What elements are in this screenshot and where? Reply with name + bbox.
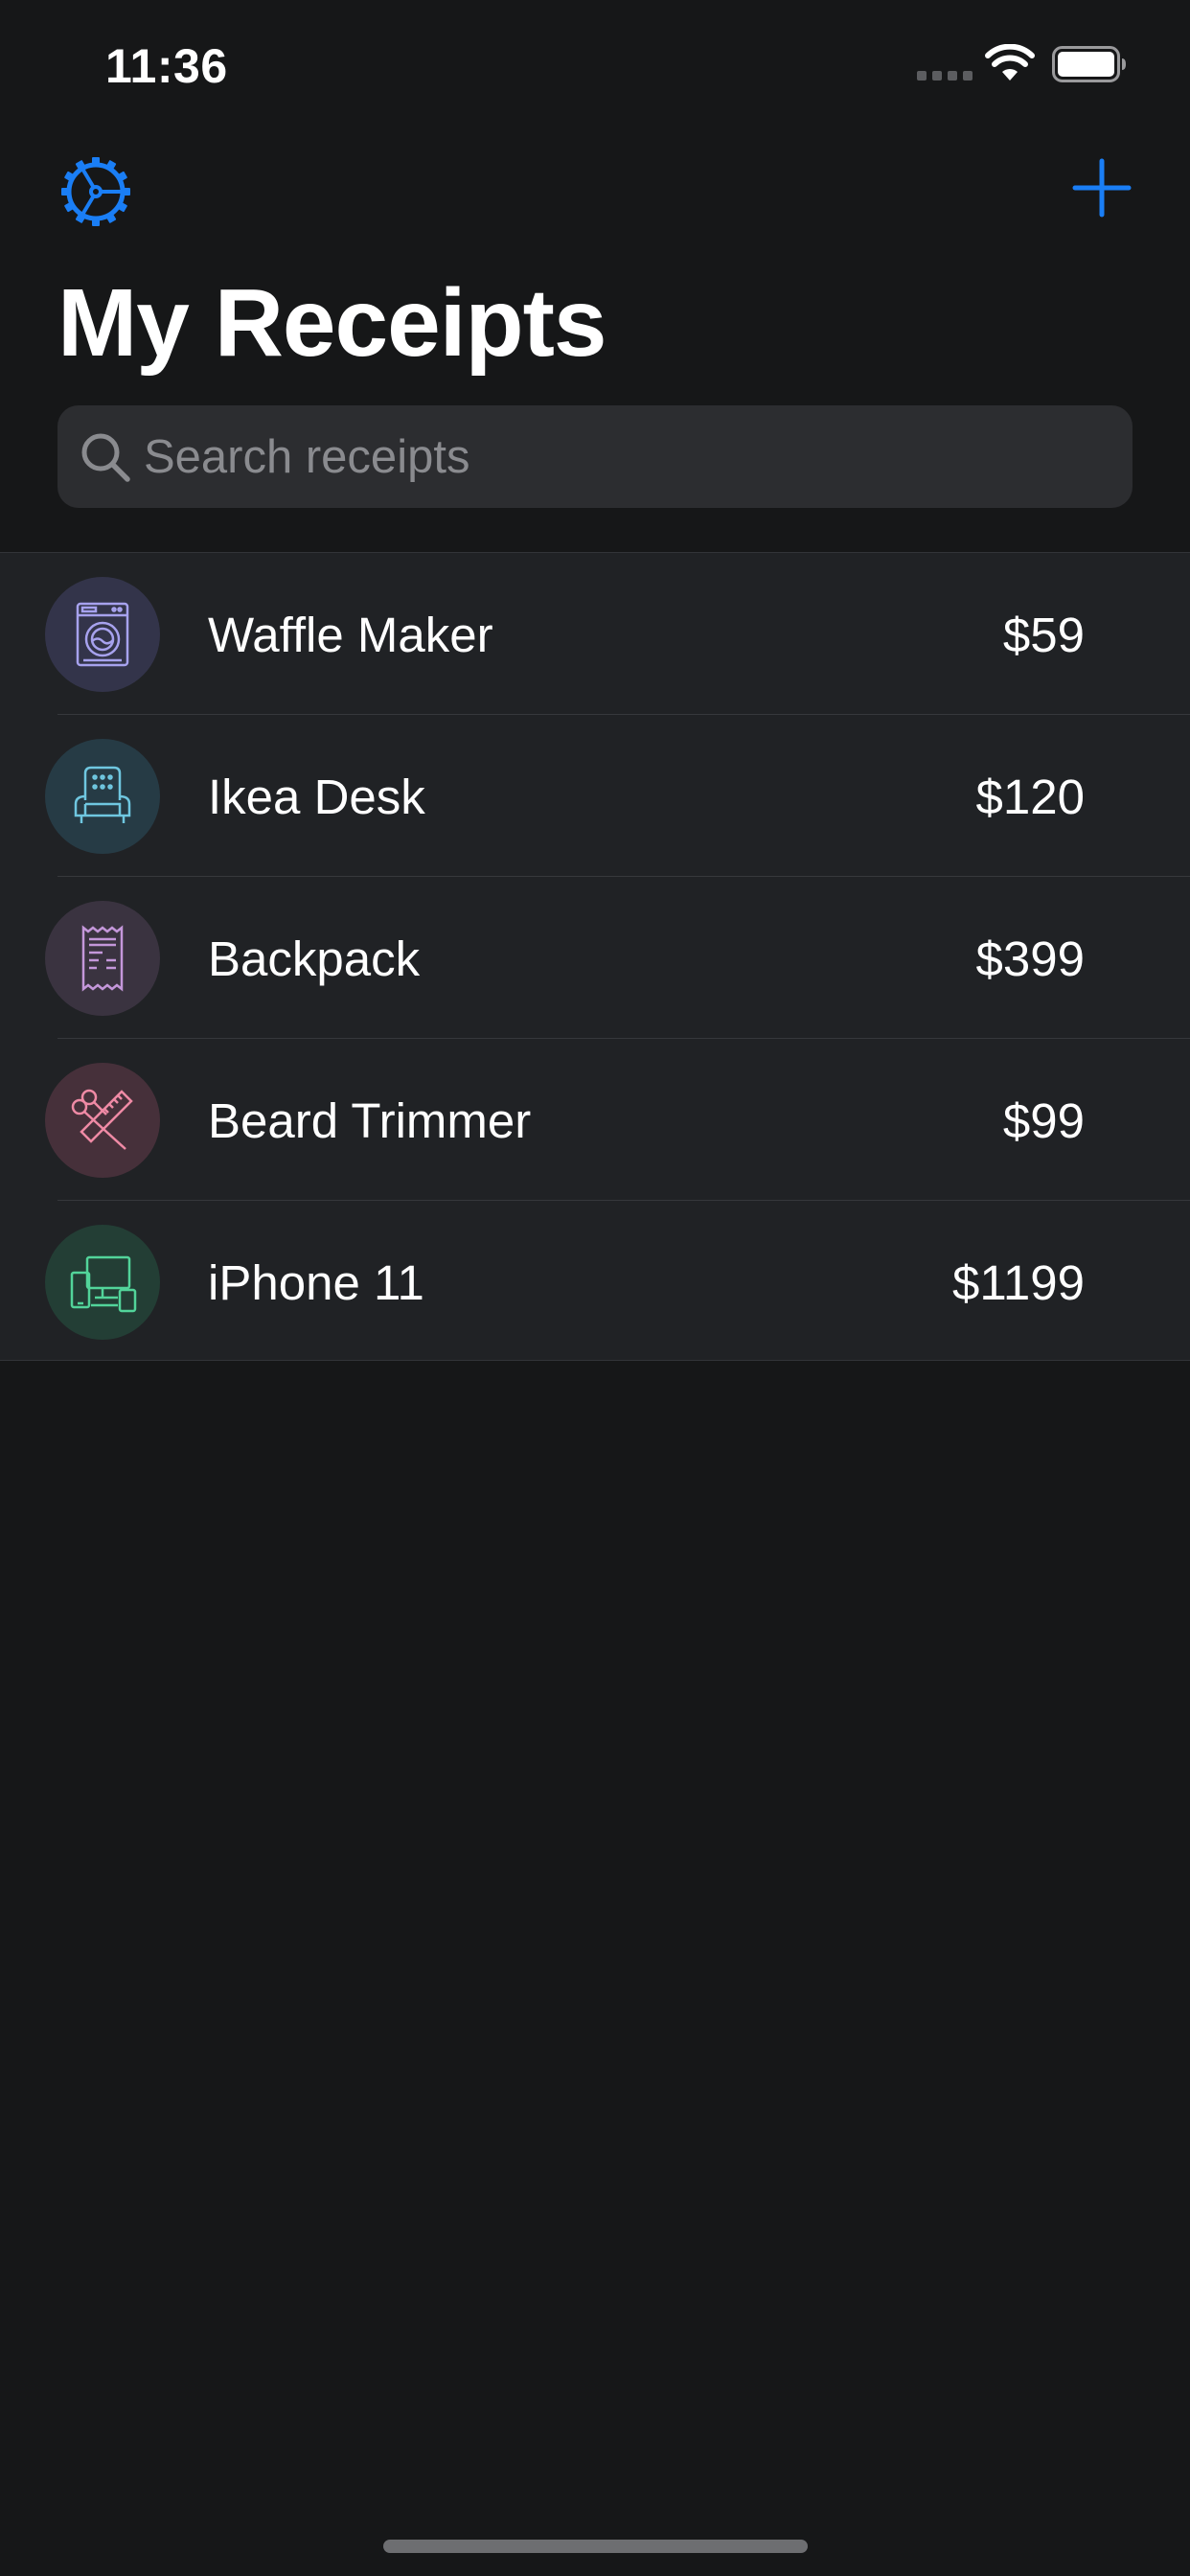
page-title: My Receipts: [57, 269, 607, 377]
home-indicator[interactable]: [383, 2540, 808, 2553]
item-price: $99: [1002, 1093, 1085, 1148]
item-avatar: [45, 739, 160, 854]
item-avatar: [45, 1063, 160, 1178]
list-item[interactable]: Ikea Desk $120: [0, 715, 1190, 877]
list-item[interactable]: Beard Trimmer $99: [0, 1039, 1190, 1201]
cellular-signal-icon: [917, 71, 973, 80]
search-bar[interactable]: [57, 405, 1133, 508]
list-item[interactable]: Backpack $399: [0, 877, 1190, 1039]
item-price: $399: [975, 932, 1085, 986]
item-price: $1199: [951, 1255, 1085, 1310]
battery-icon: [1052, 46, 1126, 82]
receipt-list: Waffle Maker $59 Ikea Desk $120 Backpack…: [0, 552, 1190, 1361]
item-name: Waffle Maker: [208, 608, 493, 662]
item-avatar: [45, 901, 160, 1016]
item-name: Backpack: [208, 932, 421, 986]
list-item[interactable]: iPhone 11 $1199: [0, 1201, 1190, 1363]
status-time: 11:36: [105, 39, 228, 93]
wifi-icon: [985, 44, 1035, 80]
item-name: Ikea Desk: [208, 770, 425, 824]
armchair-icon: [74, 766, 131, 823]
item-price: $120: [975, 770, 1085, 824]
washing-machine-icon: [76, 602, 129, 667]
status-bar: 11:36: [0, 0, 1190, 126]
scissors-comb-icon: [71, 1089, 133, 1150]
devices-icon: [70, 1255, 137, 1313]
settings-button[interactable]: [57, 153, 134, 230]
gear-icon: [61, 157, 130, 226]
receipt-icon: [81, 925, 124, 992]
list-item[interactable]: Waffle Maker $59: [0, 553, 1190, 715]
add-receipt-button[interactable]: [1071, 157, 1133, 218]
search-input[interactable]: [144, 405, 1111, 508]
item-avatar: [45, 577, 160, 692]
item-avatar: [45, 1225, 160, 1340]
item-price: $59: [1002, 608, 1085, 662]
item-name: iPhone 11: [208, 1255, 424, 1310]
plus-icon: [1072, 158, 1132, 218]
search-icon: [81, 433, 130, 482]
item-name: Beard Trimmer: [208, 1093, 532, 1148]
screen: 11:36 My Receipts Search receipts Waffle…: [0, 0, 1190, 2576]
